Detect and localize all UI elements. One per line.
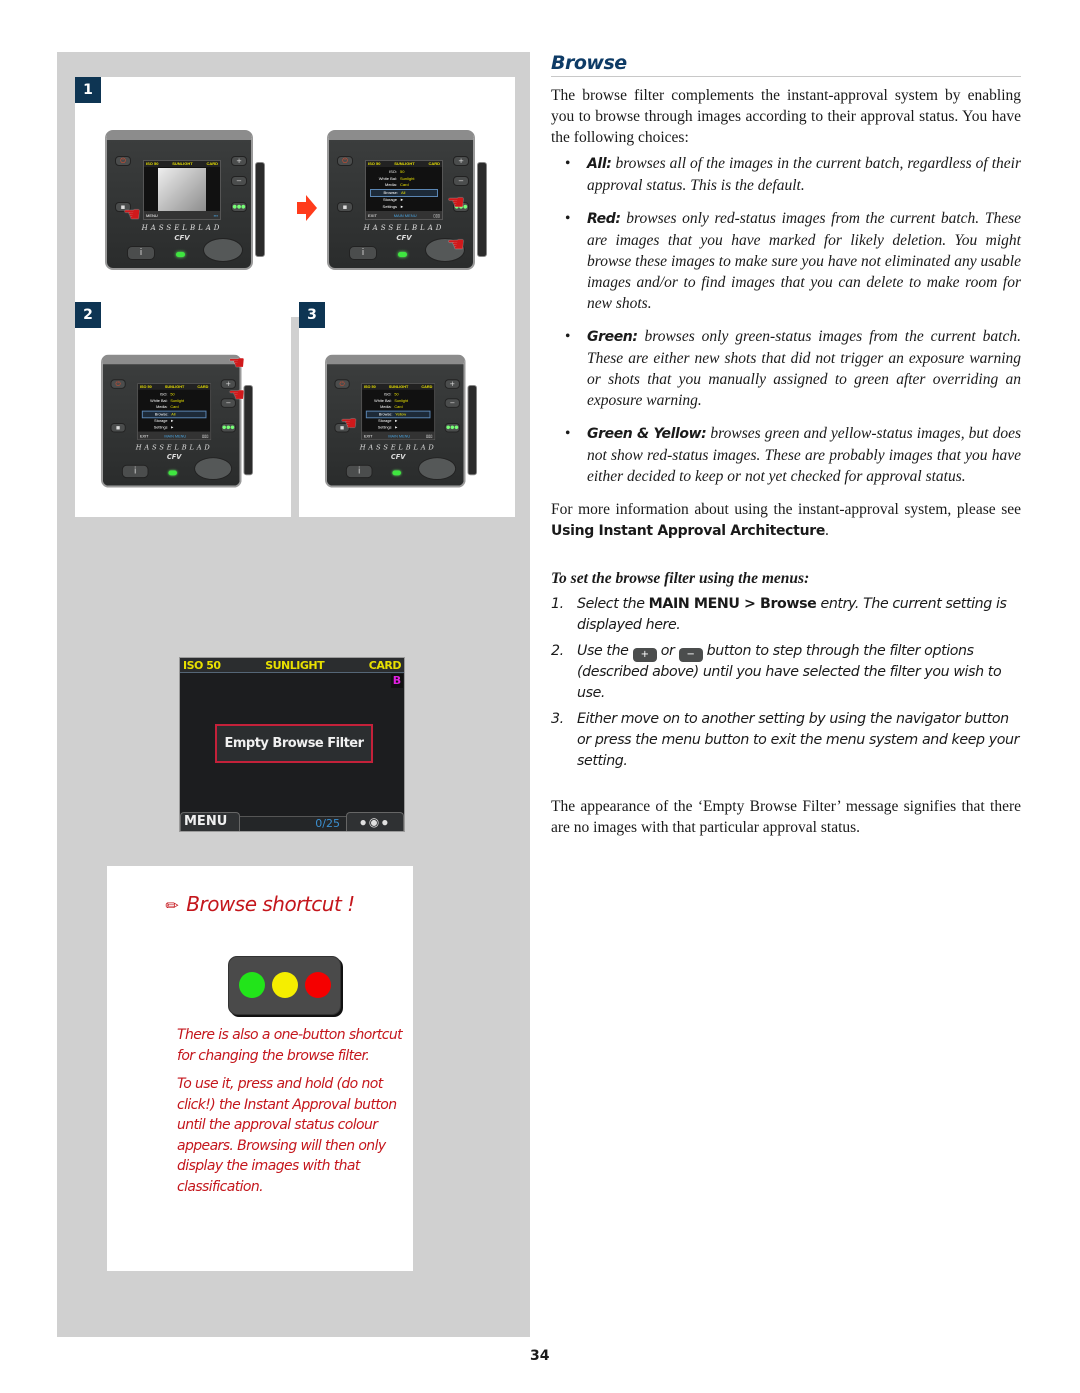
- procedure-heading: To set the browse filter using the menus…: [551, 570, 810, 587]
- cross-reference-link[interactable]: Using Instant Approval Architecture: [551, 523, 825, 539]
- menu-row: Settings ►: [382, 203, 404, 209]
- approval-button: ●●●: [231, 202, 247, 212]
- info-button: i: [127, 246, 155, 260]
- procedure-step: 1. Select the MAIN MENU > Browse entry. …: [551, 596, 1007, 633]
- procedure-step: 2. Use the + or − button to step through…: [551, 643, 1002, 701]
- menu-label: MENU: [180, 812, 240, 831]
- iso-label: ISO 50: [146, 161, 159, 166]
- camera-back: ⏻ ▪ + − ●●● ISO 50 SUNLIGHT CARD ISO: 50 …: [101, 347, 253, 490]
- iso-label: ISO 50: [183, 659, 221, 672]
- tip-paragraph: There is also a one-button shortcut for …: [177, 1027, 403, 1064]
- status-led: [398, 252, 407, 257]
- pointing-hand-icon: ☚: [123, 204, 141, 226]
- step-badge: 3: [299, 302, 325, 328]
- media-label: CARD: [206, 161, 218, 166]
- list-item: Green & Yellow: browses green and yellow…: [551, 423, 1021, 487]
- pointing-hand-icon: ☚: [228, 385, 246, 406]
- pencil-icon: ✏: [165, 896, 179, 915]
- media-label: CARD: [368, 659, 402, 672]
- pointing-hand-icon: ☚: [447, 234, 465, 256]
- tip-paragraph: To use it, press and hold (do not click!…: [177, 1076, 397, 1195]
- closing-paragraph: The appearance of the ‘Empty Browse Filt…: [551, 798, 1021, 836]
- figure-panel-2: 2 ⏻ ▪ + − ●●● ISO 50 SUNLIGHT CARD ISO: 5…: [75, 302, 291, 517]
- procedure-step: 3. Either move on to another setting by …: [551, 711, 1020, 769]
- red-light-icon: [305, 972, 331, 998]
- camera-screen: ISO 50 SUNLIGHT CARD ISO: 50 White Bal: Su…: [137, 383, 212, 441]
- text-column: Browse The browse filter complements the…: [551, 52, 1021, 838]
- list-item: Red: browses only red-status images from…: [551, 208, 1021, 314]
- menu-button: ▪: [110, 423, 126, 433]
- camera-screen: ISO 50 SUNLIGHT CARD ISO: 50 White Bal: Su…: [365, 160, 443, 220]
- menu-row-selected: Browse: Yellow: [365, 410, 431, 419]
- main-menu-label: MAIN MENU: [393, 212, 417, 218]
- minus-button: −: [444, 398, 460, 408]
- browse-badge: B: [391, 674, 403, 688]
- power-button: ⏻: [334, 379, 350, 389]
- power-button: ⏻: [337, 156, 353, 166]
- step-badge: 2: [75, 302, 101, 328]
- plus-button: +: [453, 156, 469, 166]
- main-menu-list: ISO: 50 White Bal: Sunlight Media: Card Bro…: [138, 390, 210, 433]
- main-menu-list: ISO: 50 White Bal: Sunlight Media: Card Bro…: [366, 167, 442, 212]
- exit-label: EXIT: [368, 212, 377, 218]
- camera-screen: ISO 50 SUNLIGHT CARD ISO: 50 White Bal: Su…: [361, 383, 436, 441]
- step-badge: 1: [75, 77, 101, 103]
- brand-logo: HASSELBLAD: [141, 224, 223, 232]
- list-item: All: browses all of the images in the cu…: [551, 153, 1021, 196]
- wb-label: SUNLIGHT: [172, 161, 193, 166]
- more-info-paragraph: For more information about using the ins…: [551, 501, 1021, 539]
- camera-back: ⏻ ▪ + − ●●● ISO 50 SUNLIGHT CARD ISO: 50 …: [325, 347, 477, 490]
- pointing-hand-icon: ☚: [340, 413, 358, 435]
- page-number: 34: [530, 1348, 550, 1364]
- main-menu-list: ISO: 50 White Bal: Sunlight Media: Card Bro…: [362, 390, 434, 433]
- plus-button: +: [444, 379, 460, 389]
- arrow-right-icon: [297, 195, 317, 221]
- camera-back: ⏻ ▪ + − ●●● ISO 50 SUNLIGHT CARD MENU ▪▪…: [105, 122, 265, 272]
- menu-row-selected: Browse: All: [141, 410, 207, 419]
- camera-screen: ISO 50 SUNLIGHT CARD MENU ▪▪▪: [143, 160, 221, 220]
- status-led: [176, 252, 185, 257]
- minus-button-icon: −: [678, 648, 703, 662]
- browse-shortcut-tip: ✏ Browse shortcut ! There is also a one-b…: [107, 866, 413, 1271]
- approval-button: ●●●: [220, 423, 236, 433]
- camera-back: ⏻ ▪ + − ●●● ISO 50 SUNLIGHT CARD ISO: 50 …: [327, 122, 487, 272]
- plus-button-icon: +: [632, 648, 657, 662]
- browse-choices-list: All: browses all of the images in the cu…: [551, 153, 1021, 487]
- preview-image: [158, 168, 206, 212]
- approval-button: ●●●: [444, 423, 460, 433]
- empty-browse-filter-message: Empty Browse Filter: [215, 724, 373, 763]
- intro-paragraph: The browse filter complements the instan…: [551, 87, 1021, 146]
- approval-button-icon: [228, 956, 341, 1015]
- pointing-hand-icon: ☚: [228, 352, 246, 374]
- approval-dots-icon: ●◉●: [346, 812, 404, 831]
- yellow-light-icon: [272, 972, 298, 998]
- menu-button: ▪: [337, 202, 353, 212]
- menu-label: MENU: [146, 212, 158, 218]
- list-item: Green: browses only green-status images …: [551, 326, 1021, 411]
- power-button: ⏻: [110, 379, 126, 389]
- minus-button: −: [453, 176, 469, 186]
- green-light-icon: [239, 972, 265, 998]
- pointing-hand-icon: ☚: [447, 192, 465, 214]
- image-counter: 0/25: [240, 816, 346, 831]
- menu-row-selected: Browse: All: [370, 188, 438, 197]
- tip-title: Browse shortcut !: [186, 892, 355, 916]
- figure-panel-1: 1 ⏻ ▪ + − ●●● ISO 50 SUNLIGHT CARD MENU: [75, 77, 515, 317]
- wb-label: SUNLIGHT: [265, 659, 325, 672]
- minus-button: −: [231, 176, 247, 186]
- navigator-button: [203, 238, 243, 262]
- power-button: ⏻: [115, 156, 131, 166]
- procedure-steps: 1. Select the MAIN MENU > Browse entry. …: [551, 594, 1021, 772]
- section-title: Browse: [551, 52, 1021, 77]
- plus-button: +: [231, 156, 247, 166]
- figure-panel-3: 3 ⏻ ▪ + − ●●● ISO 50 SUNLIGHT CARD ISO: 5…: [299, 302, 515, 517]
- empty-browse-filter-screen: ISO 50 SUNLIGHT CARD B Empty Browse Filt…: [179, 657, 405, 832]
- brand-logo: HASSELBLAD: [363, 224, 445, 232]
- info-button: i: [349, 246, 377, 260]
